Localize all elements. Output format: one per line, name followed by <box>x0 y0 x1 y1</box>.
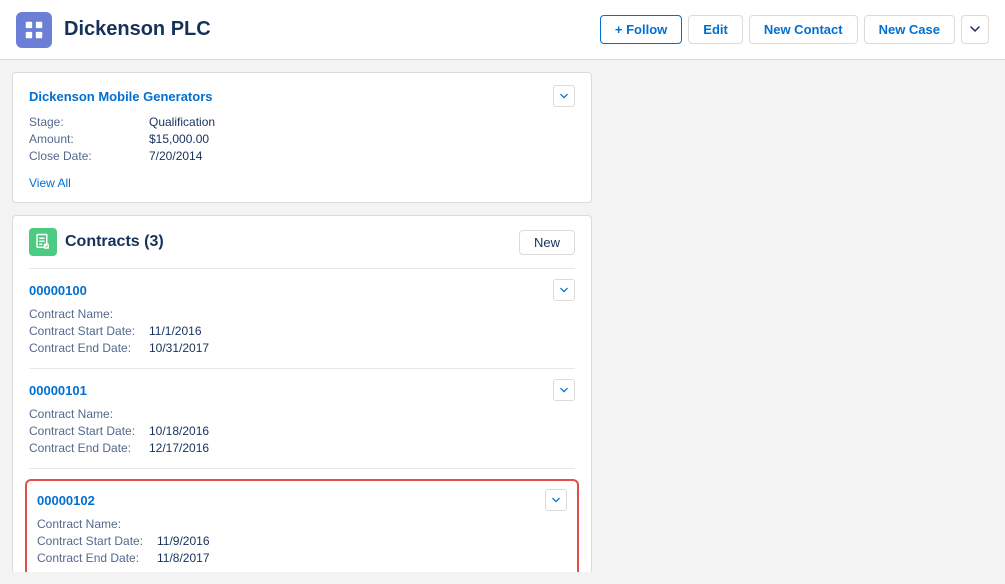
contract-end-value-2: 12/17/2016 <box>149 441 209 455</box>
chevron-down-icon <box>970 24 980 34</box>
left-panel: Dickenson Mobile Generators Stage: Quali… <box>12 72 592 572</box>
contract-start-label-3: Contract Start Date: <box>37 534 157 548</box>
contract-name-row-3: Contract Name: <box>37 517 567 531</box>
chevron-down-icon <box>560 92 568 100</box>
company-icon <box>16 12 52 48</box>
follow-button[interactable]: + Follow <box>600 15 682 44</box>
contract-end-row-1: Contract End Date: 10/31/2017 <box>29 341 575 355</box>
contract-link-1[interactable]: 00000100 <box>29 279 575 301</box>
contract-end-row-3: Contract End Date: 11/8/2017 <box>37 551 567 565</box>
stage-value: Qualification <box>149 115 215 129</box>
contract-start-value-1: 11/1/2016 <box>149 324 202 338</box>
contract-name-label-1: Contract Name: <box>29 307 149 321</box>
more-actions-button[interactable] <box>961 15 989 44</box>
opportunity-dropdown[interactable] <box>553 85 575 107</box>
chevron-down-icon <box>560 386 568 394</box>
company-name: Dickenson PLC <box>64 18 211 41</box>
close-date-row: Close Date: 7/20/2014 <box>29 149 575 163</box>
opportunity-name: Dickenson Mobile Generators <box>29 89 213 104</box>
contracts-section-header: ✓ Contracts (3) New <box>29 228 575 256</box>
contract-dropdown-2[interactable] <box>553 379 575 401</box>
opportunity-link[interactable]: Dickenson Mobile Generators <box>29 85 575 107</box>
right-panel <box>604 72 993 572</box>
new-contact-button[interactable]: New Contact <box>749 15 858 44</box>
contract-start-label-1: Contract Start Date: <box>29 324 149 338</box>
new-contract-button[interactable]: New <box>519 230 575 255</box>
contracts-section-title: Contracts (3) <box>65 233 164 251</box>
header-left: Dickenson PLC <box>16 12 211 48</box>
contract-start-row-3: Contract Start Date: 11/9/2016 <box>37 534 567 548</box>
contract-link-2[interactable]: 00000101 <box>29 379 575 401</box>
contract-start-row-2: Contract Start Date: 10/18/2016 <box>29 424 575 438</box>
contract-name-row-2: Contract Name: <box>29 407 575 421</box>
contract-start-value-2: 10/18/2016 <box>149 424 209 438</box>
amount-value: $15,000.00 <box>149 132 209 146</box>
contract-name-label-3: Contract Name: <box>37 517 157 531</box>
page-header: Dickenson PLC + Follow Edit New Contact … <box>0 0 1005 60</box>
contract-name-row-1: Contract Name: <box>29 307 575 321</box>
close-date-value: 7/20/2014 <box>149 149 202 163</box>
contract-id-2: 00000101 <box>29 383 87 398</box>
contract-item-2: 00000101 Contract Name: Contract Start D… <box>29 368 575 468</box>
document-icon: ✓ <box>34 233 52 251</box>
contract-start-row-1: Contract Start Date: 11/1/2016 <box>29 324 575 338</box>
amount-row: Amount: $15,000.00 <box>29 132 575 146</box>
contracts-title: ✓ Contracts (3) <box>29 228 164 256</box>
contract-start-value-3: 11/9/2016 <box>157 534 210 548</box>
opportunity-card: Dickenson Mobile Generators Stage: Quali… <box>12 72 592 203</box>
opportunity-view-all[interactable]: View All <box>29 176 71 190</box>
edit-button[interactable]: Edit <box>688 15 743 44</box>
new-case-button[interactable]: New Case <box>864 15 955 44</box>
contract-name-label-2: Contract Name: <box>29 407 149 421</box>
contract-link-3[interactable]: 00000102 <box>37 489 567 511</box>
contract-end-label-1: Contract End Date: <box>29 341 149 355</box>
chevron-down-icon <box>552 496 560 504</box>
contract-end-label-2: Contract End Date: <box>29 441 149 455</box>
chevron-down-icon <box>560 286 568 294</box>
main-content: Dickenson Mobile Generators Stage: Quali… <box>0 60 1005 584</box>
contracts-icon: ✓ <box>29 228 57 256</box>
contract-end-value-3: 11/8/2017 <box>157 551 210 565</box>
svg-text:✓: ✓ <box>45 244 49 250</box>
close-date-label: Close Date: <box>29 149 149 163</box>
contract-dropdown-1[interactable] <box>553 279 575 301</box>
building-icon <box>23 19 45 41</box>
stage-label: Stage: <box>29 115 149 129</box>
contract-item-3: 00000102 Contract Name: Contract Start D… <box>29 468 575 572</box>
amount-label: Amount: <box>29 132 149 146</box>
contract-dropdown-3[interactable] <box>545 489 567 511</box>
contract-end-value-1: 10/31/2017 <box>149 341 209 355</box>
contract-item-1: 00000100 Contract Name: Contract Start D… <box>29 268 575 368</box>
header-buttons: + Follow Edit New Contact New Case <box>600 15 989 44</box>
contract-start-label-2: Contract Start Date: <box>29 424 149 438</box>
contract-highlighted-box: 00000102 Contract Name: Contract Start D… <box>25 479 579 572</box>
contract-end-label-3: Contract End Date: <box>37 551 157 565</box>
contracts-card: ✓ Contracts (3) New 00000100 <box>12 215 592 572</box>
contract-id-3: 00000102 <box>37 493 95 508</box>
stage-row: Stage: Qualification <box>29 115 575 129</box>
contract-end-row-2: Contract End Date: 12/17/2016 <box>29 441 575 455</box>
contract-id-1: 00000100 <box>29 283 87 298</box>
